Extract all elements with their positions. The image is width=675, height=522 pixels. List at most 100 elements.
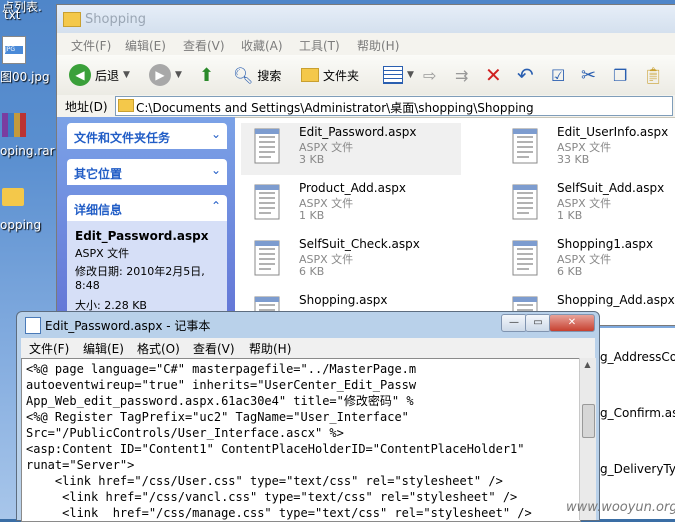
rar-archive-icon[interactable]: [2, 113, 26, 137]
desktop-icon-label[interactable]: 图00.jpg: [0, 68, 50, 85]
chevron-down-icon[interactable]: ⌄: [211, 163, 221, 177]
folder-icon: [301, 68, 319, 82]
window-title: Shopping: [85, 12, 147, 27]
explorer-titlebar[interactable]: Shopping: [57, 5, 675, 33]
desktop-icon-sublabel: txt: [4, 8, 21, 22]
file-size: 1 KB: [557, 209, 583, 222]
paste-button[interactable]: 📋︎: [643, 63, 663, 87]
file-item[interactable]: Edit_UserInfo.aspx ASPX 文件 33 KB: [499, 123, 675, 175]
task-section-details[interactable]: 详细信息 ⌃: [67, 195, 227, 221]
menu-tools[interactable]: 工具(T): [299, 37, 340, 54]
cut-button[interactable]: ✂: [581, 63, 596, 87]
aspx-file-icon: [253, 183, 283, 221]
up-arrow-icon: ⬆: [199, 64, 215, 86]
address-label: 地址(D): [65, 100, 108, 114]
minimize-button[interactable]: —: [501, 314, 527, 332]
search-button[interactable]: 🔍︎ 搜索: [233, 63, 281, 87]
chevron-down-icon[interactable]: ⌄: [211, 127, 221, 141]
undo-button[interactable]: ↶: [517, 63, 534, 87]
code-line: <link href="/css/vancl.css" type="text/c…: [26, 490, 518, 504]
file-item[interactable]: SelfSuit_Add.aspx ASPX 文件 1 KB: [499, 179, 675, 231]
menu-format[interactable]: 格式(O): [137, 340, 180, 357]
menu-view[interactable]: 查看(V): [193, 340, 235, 357]
menu-help[interactable]: 帮助(H): [357, 37, 399, 54]
search-icon: 🔍︎: [233, 65, 254, 85]
address-path: C:\Documents and Settings\Administrator\…: [136, 101, 534, 115]
explorer-window: Shopping 文件(F) 编辑(E) 查看(V) 收藏(A) 工具(T) 帮…: [56, 4, 675, 332]
menu-favorites[interactable]: 收藏(A): [241, 37, 283, 54]
scissors-icon: ✂: [581, 64, 597, 86]
section-title: 其它位置: [74, 167, 123, 181]
file-name[interactable]: g_DeliveryType: [600, 462, 675, 476]
file-size: 6 KB: [299, 265, 325, 278]
folder-icon[interactable]: [2, 188, 24, 206]
file-size: 33 KB: [557, 153, 590, 166]
code-line: <%@ page language="C#" masterpagefile=".…: [26, 362, 417, 376]
desktop-icon-label[interactable]: oping.rar: [0, 144, 55, 158]
task-section-other-places[interactable]: 其它位置 ⌄: [67, 159, 227, 185]
file-name: Edit_Password.aspx: [299, 125, 417, 139]
address-bar: 地址(D) C:\Documents and Settings\Administ…: [57, 95, 675, 118]
properties-button[interactable]: ☑: [551, 63, 565, 87]
address-input[interactable]: C:\Documents and Settings\Administrator\…: [115, 96, 673, 116]
code-line: <link href="/css/User.css" type="text/cs…: [26, 474, 503, 488]
aspx-file-icon: [253, 127, 283, 165]
task-section-file-tasks[interactable]: 文件和文件夹任务 ⌄: [67, 123, 227, 149]
maximize-button[interactable]: ▭: [525, 314, 551, 332]
file-item[interactable]: Edit_Password.aspx ASPX 文件 3 KB: [241, 123, 461, 175]
undo-icon: ↶: [517, 63, 534, 87]
close-button[interactable]: ✕: [549, 314, 595, 332]
notepad-text-area[interactable]: <%@ page language="C#" masterpagefile=".…: [21, 358, 581, 522]
menu-help[interactable]: 帮助(H): [249, 340, 291, 357]
scroll-up-icon[interactable]: ▲: [581, 360, 594, 374]
menu-view[interactable]: 查看(V): [183, 37, 225, 54]
chevron-up-icon[interactable]: ⌃: [211, 199, 221, 213]
back-button[interactable]: ◀ 后退 ▼: [69, 63, 130, 87]
back-label: 后退: [95, 68, 120, 83]
notepad-icon: [25, 317, 41, 334]
file-name[interactable]: g_Confirm.asp: [600, 406, 675, 420]
move-to-button[interactable]: ⇨: [423, 63, 436, 87]
file-list: Edit_Password.aspx ASPX 文件 3 KB Edit_Use…: [235, 117, 675, 332]
folders-button[interactable]: 文件夹: [301, 63, 359, 87]
file-name[interactable]: g_AddressCon: [600, 350, 675, 364]
file-name: SelfSuit_Check.aspx: [299, 237, 420, 251]
detail-time: 8:48: [75, 279, 100, 292]
folders-label: 文件夹: [323, 68, 360, 83]
file-name: Shopping1.aspx: [557, 237, 654, 251]
code-line: runat="Server">: [26, 458, 135, 472]
file-item[interactable]: Shopping1.aspx ASPX 文件 6 KB: [499, 235, 675, 287]
copy-to-icon: ⇉: [455, 65, 469, 85]
search-label: 搜索: [257, 68, 282, 83]
forward-button[interactable]: ▶ ▼: [149, 63, 182, 87]
code-line: App_Web_edit_password.aspx.61ac30e4" tit…: [26, 394, 414, 408]
copy-to-button[interactable]: ⇉: [455, 63, 468, 87]
file-item[interactable]: Product_Add.aspx ASPX 文件 1 KB: [241, 179, 461, 231]
detail-name: Edit_Password.aspx: [75, 229, 209, 243]
delete-x-icon: ✕: [485, 63, 502, 87]
up-folder-button[interactable]: ⬆: [199, 63, 214, 87]
jpg-file-icon[interactable]: JPG: [2, 36, 26, 64]
copy-button[interactable]: ❐: [613, 63, 627, 87]
desktop-icon-label[interactable]: opping: [0, 218, 41, 232]
file-size: 1 KB: [299, 209, 325, 222]
copy-icon: ❐: [613, 65, 628, 85]
code-line: autoeventwireup="true" inherits="UserCen…: [26, 378, 417, 392]
delete-button[interactable]: ✕: [485, 63, 502, 87]
chevron-down-icon: ▼: [175, 70, 182, 80]
paste-icon: 📋︎: [643, 65, 664, 85]
aspx-file-icon: [511, 183, 541, 221]
file-item[interactable]: SelfSuit_Check.aspx ASPX 文件 6 KB: [241, 235, 461, 287]
vertical-scrollbar[interactable]: ▲: [579, 358, 596, 520]
menu-edit[interactable]: 编辑(E): [125, 37, 166, 54]
views-button[interactable]: ▼: [383, 63, 414, 87]
menu-file[interactable]: 文件(F): [29, 340, 69, 357]
file-list-overflow: g_AddressCon g_Confirm.asp g_DeliveryTyp…: [600, 328, 675, 519]
folder-icon: [118, 99, 134, 112]
code-line: Src="/PublicControls/User_Interface.ascx…: [26, 426, 344, 440]
scrollbar-thumb[interactable]: [582, 404, 595, 438]
chevron-down-icon: ▼: [407, 70, 414, 80]
menu-edit[interactable]: 编辑(E): [83, 340, 124, 357]
notepad-titlebar[interactable]: Edit_Password.aspx - 记事本 — ▭ ✕: [17, 312, 599, 338]
menu-file[interactable]: 文件(F): [71, 37, 111, 54]
